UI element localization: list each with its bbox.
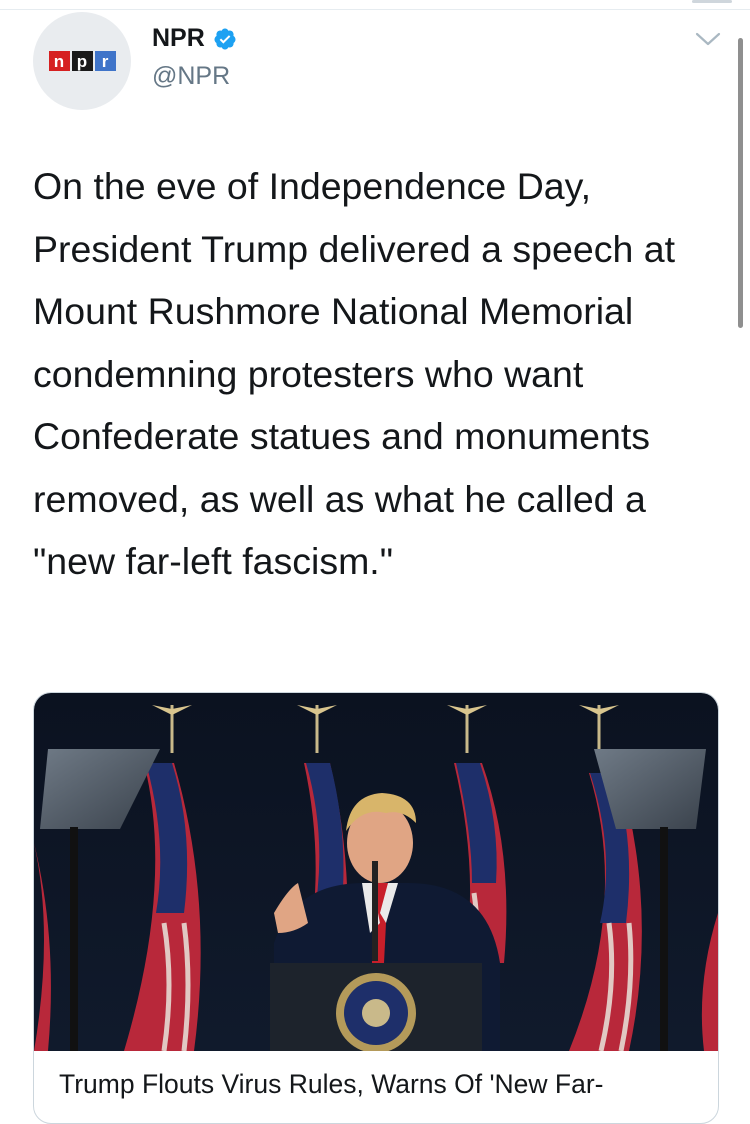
- chevron-down-icon[interactable]: [694, 30, 722, 48]
- npr-logo-letter-n: n: [48, 51, 70, 71]
- author-name-row[interactable]: NPR: [152, 24, 237, 53]
- display-name[interactable]: NPR: [152, 24, 205, 53]
- verified-badge-icon: [214, 28, 236, 49]
- card-photo[interactable]: [34, 693, 718, 1051]
- scrollbar[interactable]: [738, 38, 743, 328]
- previous-element-edge: [692, 0, 732, 3]
- npr-logo: n p r: [48, 51, 116, 71]
- tweet-text: On the eve of Independence Day, Presiden…: [33, 165, 676, 582]
- avatar[interactable]: n p r: [33, 12, 131, 110]
- link-card[interactable]: Trump Flouts Virus Rules, Warns Of 'New …: [33, 692, 719, 1124]
- npr-logo-letter-r: r: [94, 51, 116, 71]
- user-handle[interactable]: @NPR: [152, 62, 230, 91]
- card-title[interactable]: Trump Flouts Virus Rules, Warns Of 'New …: [59, 1069, 604, 1100]
- top-divider: [0, 9, 750, 10]
- npr-logo-letter-p: p: [71, 51, 93, 71]
